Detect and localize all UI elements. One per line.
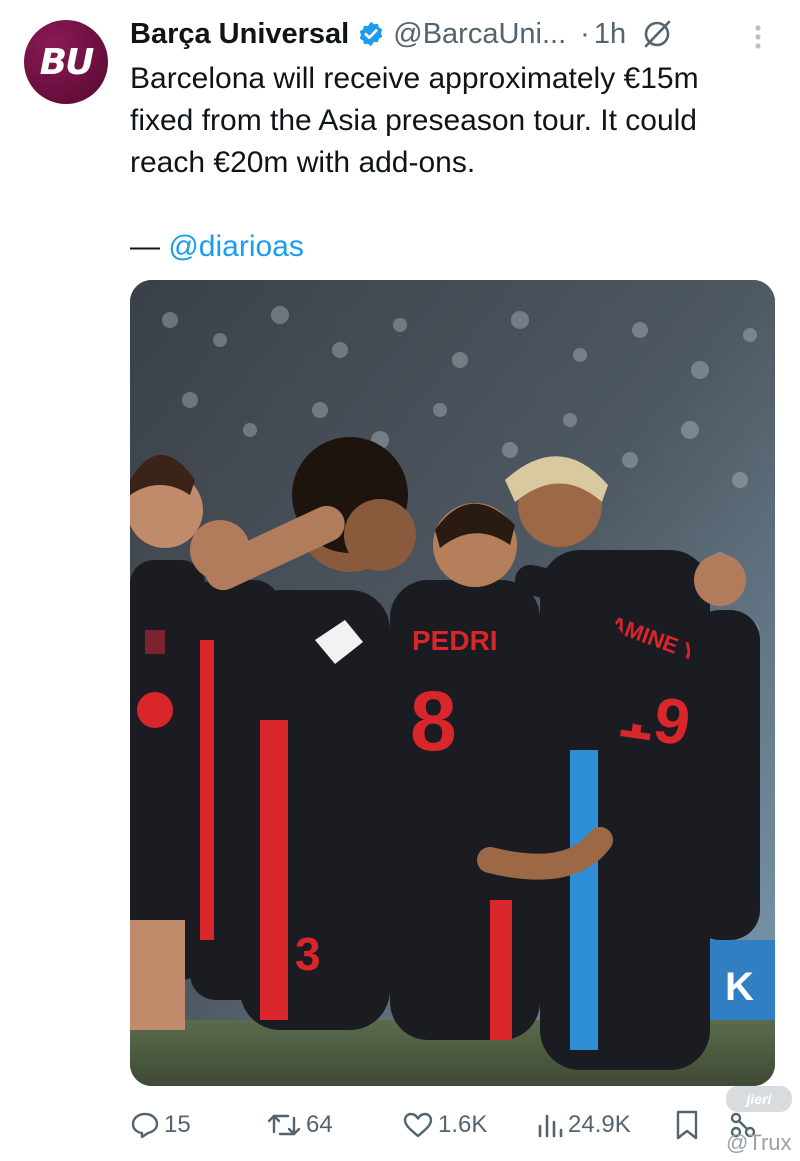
heart-icon	[403, 1112, 433, 1138]
views-count: 24.9K	[568, 1111, 631, 1138]
repost-button[interactable]: 64	[266, 1103, 333, 1147]
shirt-name-pedri: PEDRI	[412, 625, 498, 656]
avatar[interactable]: BU	[24, 20, 108, 104]
credit-dash: —	[130, 230, 169, 263]
shirt-number-3: 3	[295, 928, 321, 980]
svg-text:K: K	[725, 965, 754, 1009]
grok-icon[interactable]	[640, 17, 674, 51]
verified-badge-icon	[359, 21, 383, 47]
watermark-logo: jieri	[726, 1086, 792, 1112]
avatar-initials: BU	[39, 41, 95, 83]
separator-dot: ·	[580, 17, 590, 50]
bookmark-icon	[676, 1110, 698, 1140]
tweet-header: Barça Universal @BarcaUni... · 1h	[130, 14, 674, 54]
user-handle[interactable]: @BarcaUni...	[393, 18, 566, 51]
timestamp[interactable]: 1h	[594, 18, 626, 51]
views-button[interactable]: 24.9K	[536, 1103, 631, 1147]
like-button[interactable]: 1.6K	[402, 1103, 487, 1147]
tweet-credit: — @diarioas	[130, 226, 304, 268]
reply-icon	[131, 1112, 159, 1139]
photo-of-barcelona-players-icon: K 3 PEDRI 8 LAMINE YAMAL 19	[130, 280, 775, 1086]
tweet-actions: 15 64 1.6K 24.9K	[130, 1103, 780, 1147]
reply-button[interactable]: 15	[130, 1103, 191, 1147]
more-options-icon[interactable]	[748, 20, 768, 54]
tweet-text: Barcelona will receive approximately €15…	[130, 62, 707, 179]
tweet-media-photo[interactable]: K 3 PEDRI 8 LAMINE YAMAL 19	[130, 280, 775, 1086]
repost-count: 64	[306, 1111, 333, 1138]
tweet-card[interactable]: BU Barça Universal @BarcaUni... · 1h Bar…	[0, 0, 800, 1161]
watermark-text: @Trux	[726, 1130, 792, 1155]
analytics-icon	[538, 1114, 563, 1138]
bookmark-button[interactable]	[674, 1103, 704, 1147]
mention-link[interactable]: @diarioas	[168, 230, 304, 263]
shirt-number-8: 8	[410, 674, 457, 768]
display-name[interactable]: Barça Universal	[130, 18, 349, 51]
like-count: 1.6K	[438, 1111, 488, 1138]
reply-count: 15	[164, 1111, 191, 1138]
repost-icon	[267, 1114, 301, 1136]
